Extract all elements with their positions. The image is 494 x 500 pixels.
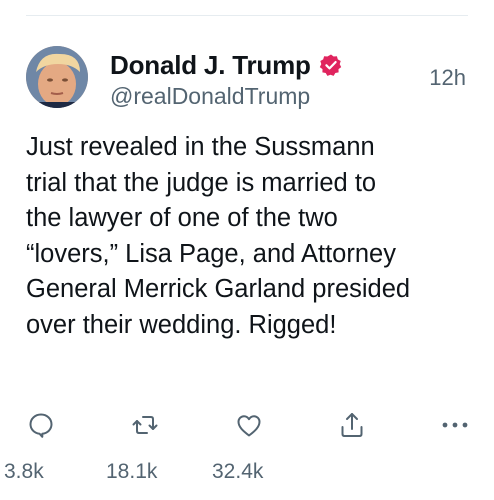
avatar[interactable] xyxy=(26,46,88,108)
tweet-timestamp[interactable]: 12h xyxy=(429,65,466,91)
share-button[interactable] xyxy=(337,410,367,440)
top-divider xyxy=(26,15,468,16)
verified-badge-icon xyxy=(319,53,343,77)
author-name-row[interactable]: Donald J. Trump xyxy=(110,48,343,82)
author-display-name[interactable]: Donald J. Trump xyxy=(110,50,311,81)
reply-button[interactable] xyxy=(26,410,56,440)
avatar-image xyxy=(26,46,88,108)
reply-icon xyxy=(29,413,53,438)
reply-count: 3.8k xyxy=(4,460,44,483)
like-button[interactable] xyxy=(234,410,264,440)
author-handle[interactable]: @realDonaldTrump xyxy=(110,83,310,110)
retweet-icon xyxy=(132,416,158,434)
retweet-button[interactable] xyxy=(130,410,160,440)
tweet-text: Just revealed in the Sussmann trial that… xyxy=(26,133,411,339)
like-count: 32.4k xyxy=(212,460,264,483)
more-icon xyxy=(442,422,468,428)
share-icon xyxy=(341,413,363,437)
retweet-count: 18.1k xyxy=(106,460,158,483)
more-button[interactable] xyxy=(440,410,470,440)
heart-icon xyxy=(237,415,261,437)
